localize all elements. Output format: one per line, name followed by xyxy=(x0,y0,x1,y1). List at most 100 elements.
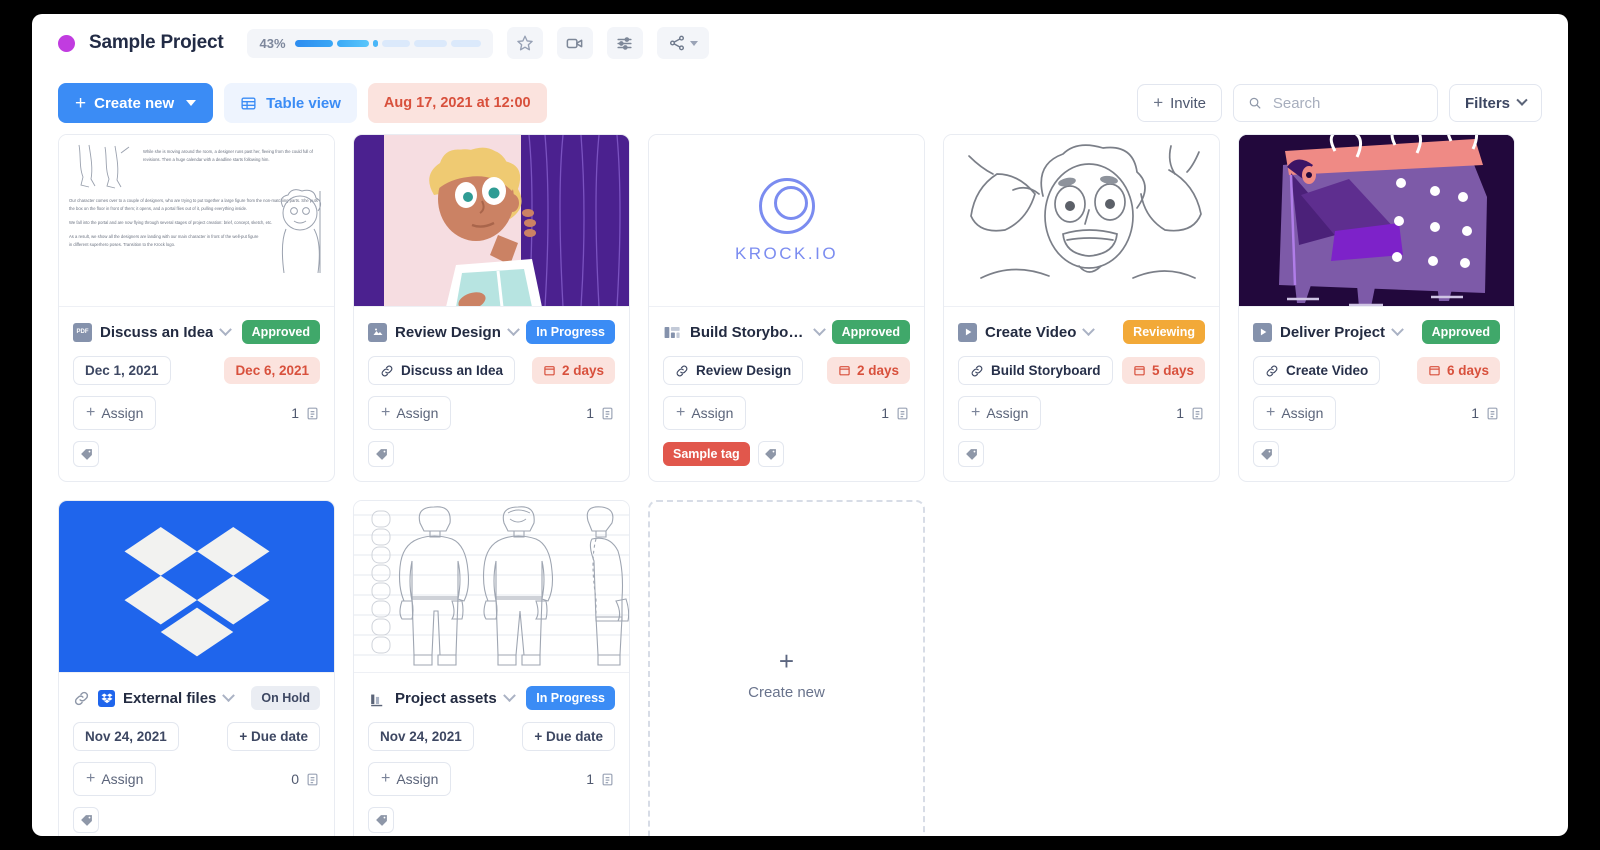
task-count[interactable]: 1 xyxy=(291,405,320,421)
duration-pill[interactable]: 2 days xyxy=(531,357,615,384)
task-card[interactable]: While she is moving around the room, a d… xyxy=(58,134,335,482)
card-header-row: Review Design In Progress xyxy=(368,319,615,345)
card-thumbnail[interactable]: KROCK.IO xyxy=(649,135,924,307)
task-count[interactable]: 1 xyxy=(1176,405,1205,421)
linked-task-label: Discuss an Idea xyxy=(401,363,504,378)
add-tag-button[interactable] xyxy=(73,807,99,833)
card-title: External files xyxy=(123,689,217,707)
favorite-button[interactable] xyxy=(506,27,543,59)
deadline-chip[interactable]: Aug 17, 2021 at 12:00 xyxy=(367,83,547,123)
card-thumbnail[interactable] xyxy=(59,501,334,673)
status-badge[interactable]: In Progress xyxy=(526,320,615,344)
task-card[interactable]: Deliver Project Approved Create Video 6 … xyxy=(1238,134,1515,482)
status-badge[interactable]: On Hold xyxy=(251,686,320,710)
card-title: Deliver Project xyxy=(1280,323,1386,341)
task-card[interactable]: Review Design In Progress Discuss an Ide… xyxy=(353,134,630,482)
card-thumbnail[interactable]: While she is moving around the room, a d… xyxy=(59,135,334,307)
start-date-pill[interactable]: Nov 24, 2021 xyxy=(73,722,179,751)
task-count[interactable]: 1 xyxy=(1471,405,1500,421)
card-assign-row: + Assign 1 xyxy=(1253,396,1500,430)
start-date-label: Nov 24, 2021 xyxy=(85,729,167,744)
chevron-down-icon[interactable] xyxy=(222,688,236,702)
card-thumbnail[interactable] xyxy=(354,135,629,307)
card-thumbnail[interactable] xyxy=(1239,135,1514,307)
add-due-date-button[interactable]: + Due date xyxy=(522,722,615,751)
turnaround-sketch-icon xyxy=(354,506,629,666)
task-count-value: 1 xyxy=(586,405,594,421)
task-count[interactable]: 1 xyxy=(586,405,615,421)
add-tag-button[interactable] xyxy=(958,441,984,467)
chevron-down-icon[interactable] xyxy=(1082,322,1096,336)
task-card[interactable]: External files On Hold Nov 24, 2021 + Du… xyxy=(58,500,335,836)
illustration-preview xyxy=(354,135,629,306)
duration-pill[interactable]: 5 days xyxy=(1121,357,1205,384)
start-date-pill[interactable]: Dec 1, 2021 xyxy=(73,356,171,385)
add-due-date-label: + Due date xyxy=(239,729,308,744)
assign-button[interactable]: + Assign xyxy=(958,396,1042,430)
tag-icon xyxy=(80,814,92,826)
invite-button[interactable]: + Invite xyxy=(1137,84,1222,122)
task-count[interactable]: 0 xyxy=(291,771,320,787)
record-video-button[interactable] xyxy=(556,27,593,59)
calendar-monster-icon xyxy=(1239,135,1514,306)
status-badge[interactable]: Approved xyxy=(241,320,320,344)
chevron-down-icon[interactable] xyxy=(219,322,233,336)
assign-button[interactable]: + Assign xyxy=(73,762,157,796)
linked-task-pill[interactable]: Review Design xyxy=(663,356,804,385)
chevron-down-icon[interactable] xyxy=(502,688,516,702)
search-box[interactable] xyxy=(1232,84,1438,122)
linked-task-pill[interactable]: Build Storyboard xyxy=(958,356,1113,385)
project-progress: 43% xyxy=(247,28,493,58)
status-badge[interactable]: Approved xyxy=(831,320,910,344)
card-tags-row xyxy=(1253,441,1500,467)
assign-button[interactable]: + Assign xyxy=(368,396,452,430)
status-badge[interactable]: Approved xyxy=(1421,320,1500,344)
document-preview: While she is moving around the room, a d… xyxy=(59,135,334,306)
duration-pill[interactable]: 2 days xyxy=(826,357,910,384)
tag-chip[interactable]: Sample tag xyxy=(663,442,750,466)
chevron-down-icon xyxy=(689,40,698,46)
sliders-icon xyxy=(617,36,632,50)
assign-button[interactable]: + Assign xyxy=(1253,396,1337,430)
linked-task-pill[interactable]: Create Video xyxy=(1253,356,1381,385)
chevron-down-icon[interactable] xyxy=(812,322,826,336)
add-tag-button[interactable] xyxy=(368,807,394,833)
assign-button[interactable]: + Assign xyxy=(368,762,452,796)
card-thumbnail[interactable] xyxy=(944,135,1219,307)
task-count[interactable]: 1 xyxy=(586,771,615,787)
filters-button[interactable]: Filters xyxy=(1448,84,1542,122)
add-tag-button[interactable] xyxy=(1253,441,1279,467)
duration-pill[interactable]: 6 days xyxy=(1416,357,1500,384)
start-date-pill[interactable]: Nov 24, 2021 xyxy=(368,722,474,751)
add-due-date-button[interactable]: + Due date xyxy=(227,722,320,751)
add-tag-button[interactable] xyxy=(368,441,394,467)
task-card[interactable]: Project assets In Progress Nov 24, 2021 … xyxy=(353,500,630,836)
presentation-file-icon xyxy=(663,323,682,342)
card-header-row: PDF Discuss an Idea Approved xyxy=(73,319,320,345)
table-view-button[interactable]: Table view xyxy=(224,83,357,123)
create-new-button[interactable]: + Create new xyxy=(58,83,214,123)
add-tag-button[interactable] xyxy=(73,441,99,467)
assign-button[interactable]: + Assign xyxy=(663,396,747,430)
task-count[interactable]: 1 xyxy=(881,405,910,421)
tag-icon xyxy=(375,448,387,460)
search-input[interactable] xyxy=(1270,93,1423,113)
card-dates-row: Build Storyboard 5 days xyxy=(958,356,1205,385)
board-settings-button[interactable] xyxy=(606,27,643,59)
status-badge[interactable]: Reviewing xyxy=(1123,320,1205,344)
add-tag-button[interactable] xyxy=(757,441,784,467)
task-card[interactable]: KROCK.IO Build Storyboa... Approved Revi… xyxy=(648,134,925,482)
assign-button[interactable]: + Assign xyxy=(73,396,157,430)
linked-task-pill[interactable]: Discuss an Idea xyxy=(368,356,516,385)
create-new-card[interactable]: + Create new xyxy=(648,500,925,836)
tasks-icon xyxy=(897,407,908,419)
due-date-pill[interactable]: Dec 6, 2021 xyxy=(224,357,320,384)
calendar-icon xyxy=(839,366,850,376)
task-card[interactable]: Create Video Reviewing Build Storyboard … xyxy=(943,134,1220,482)
add-due-date-label: + Due date xyxy=(534,729,603,744)
chevron-down-icon[interactable] xyxy=(507,322,520,336)
card-thumbnail[interactable] xyxy=(354,501,629,673)
status-badge[interactable]: In Progress xyxy=(526,686,615,710)
share-button[interactable] xyxy=(656,27,709,59)
chevron-down-icon[interactable] xyxy=(1391,322,1404,336)
